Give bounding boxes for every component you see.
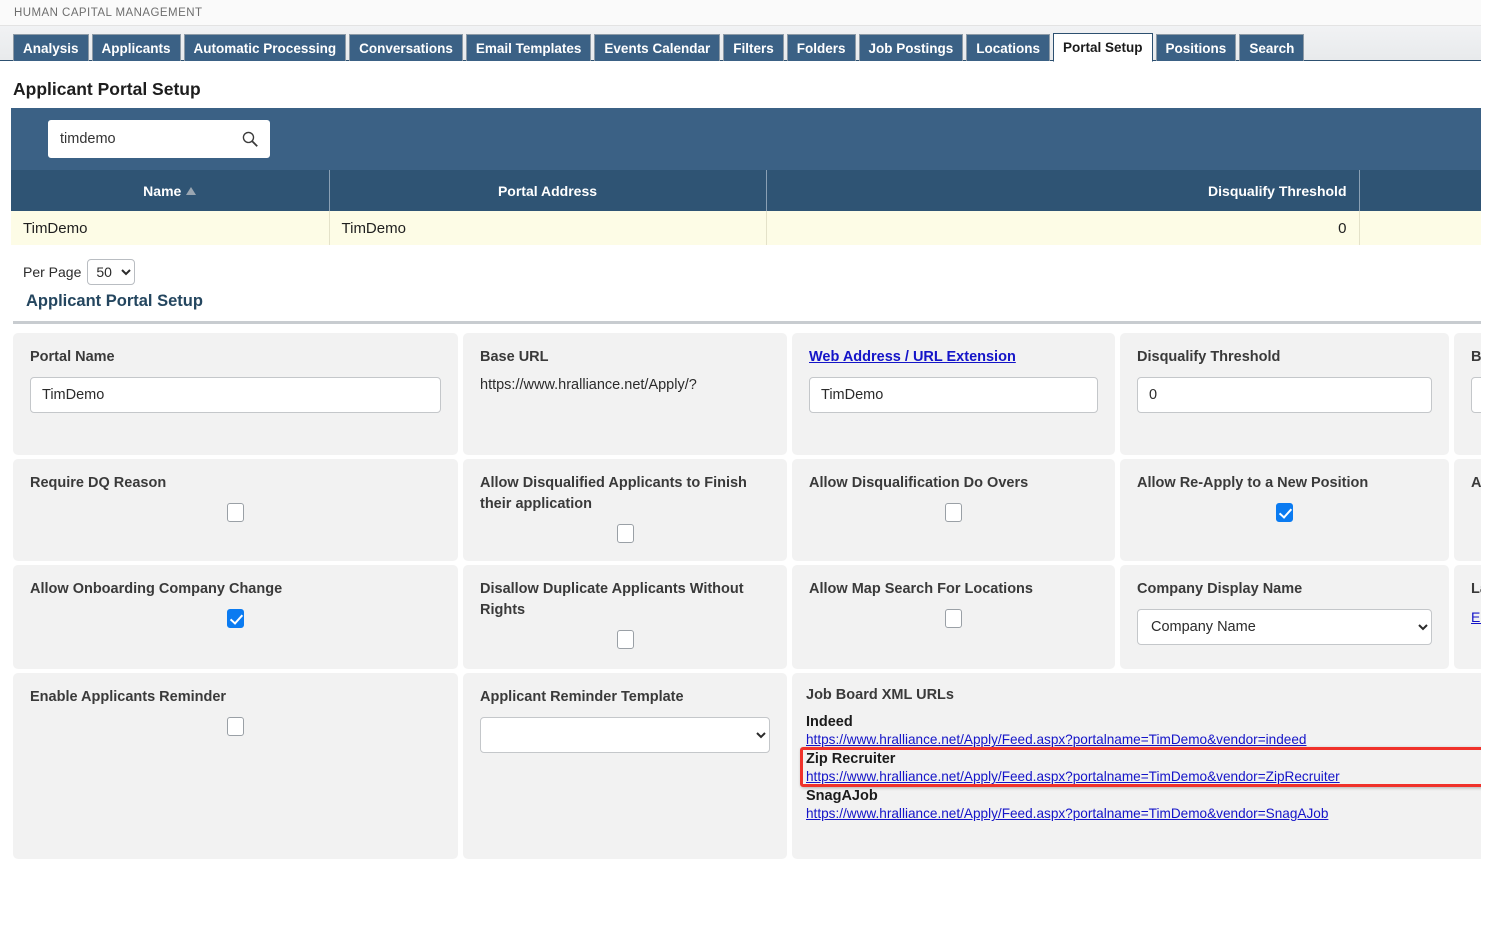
company-display-name-select[interactable]: Company Name [1137,609,1432,646]
field-applicant-reminder-template: Applicant Reminder Template [463,673,787,859]
search-panel [11,108,1481,170]
allow-onboarding-company-change-label: Allow Onboarding Company Change [30,581,283,597]
company-display-name-label: Company Display Name [1137,581,1303,597]
field-allow-dq-do-overs: Allow Disqualification Do Overs [792,459,1115,561]
disqualify-threshold-input[interactable] [1137,377,1432,414]
disallow-duplicate-checkbox[interactable] [616,630,634,650]
job-board-vendor-indeed: Indeed [806,714,853,730]
allow-disqualified-finish-label: Allow Disqualified Applicants to Finish … [480,475,747,513]
job-board-url-indeed[interactable]: https://www.hralliance.net/Apply/Feed.as… [806,731,1489,749]
field-allow-map-search: Allow Map Search For Locations [792,565,1115,669]
allow-reapply-label: Allow Re-Apply to a New Position [1137,475,1369,491]
brand-bar: HUMAN CAPITAL MANAGEMENT [0,0,1489,26]
tab-job-postings[interactable]: Job Postings [858,34,964,61]
cell-spacer [1359,211,1481,245]
tab-filters[interactable]: Filters [723,34,784,61]
enable-applicants-reminder-checkbox[interactable] [227,717,244,737]
field-allow-disqualified-finish: Allow Disqualified Applicants to Finish … [463,459,787,561]
job-board-vendor-zip-recruiter: Zip Recruiter [806,750,896,767]
column-header-name[interactable]: Name [11,170,330,211]
job-board-entry-indeed: Indeed https://www.hralliance.net/Apply/… [806,713,1489,749]
field-allow-onboarding-company-change: Allow Onboarding Company Change [13,565,458,669]
tab-search[interactable]: Search [1239,34,1305,61]
allow-reapply-checkbox[interactable] [1276,503,1293,523]
cell-name[interactable]: TimDemo [11,211,330,245]
column-header-spacer [1359,170,1481,211]
portal-list-panel: Name Portal Address Disqualify Threshold… [11,108,1481,245]
tab-positions[interactable]: Positions [1155,34,1237,61]
cell-disqualify-threshold[interactable]: 0 [766,211,1360,245]
allow-map-search-label: Allow Map Search For Locations [809,581,1033,597]
allow-dq-do-overs-checkbox[interactable] [945,503,962,523]
table-row[interactable]: TimDemo TimDemo 0 [11,211,1481,245]
search-input[interactable] [49,121,269,157]
tab-automatic-processing[interactable]: Automatic Processing [183,34,347,61]
right-edge-mask [1481,0,1489,932]
field-web-address: Web Address / URL Extension [792,333,1115,455]
portal-table: Name Portal Address Disqualify Threshold… [11,170,1481,245]
job-board-vendor-snagajob: SnagAJob [806,787,878,804]
tab-events-calendar[interactable]: Events Calendar [594,34,721,61]
column-header-disqualify-threshold[interactable]: Disqualify Threshold [766,170,1360,211]
portal-name-input[interactable] [30,377,441,414]
base-url-label: Base URL [480,349,549,365]
require-dq-reason-checkbox[interactable] [227,503,244,523]
per-page-select[interactable]: 50 [87,258,136,285]
column-header-portal-address[interactable]: Portal Address [329,170,767,211]
field-disallow-duplicate: Disallow Duplicate Applicants Without Ri… [463,565,787,669]
field-enable-applicants-reminder: Enable Applicants Reminder [13,673,458,859]
cell-portal-address[interactable]: TimDemo [329,211,767,245]
require-dq-reason-label: Require DQ Reason [30,475,167,491]
web-address-label-link[interactable]: Web Address / URL Extension [809,347,1098,368]
field-disqualify-threshold: Disqualify Threshold [1120,333,1449,455]
tab-portal-setup[interactable]: Portal Setup [1053,33,1153,62]
tab-folders[interactable]: Folders [786,34,856,61]
allow-onboarding-company-change-checkbox[interactable] [227,609,244,629]
allow-disqualified-finish-checkbox[interactable] [616,524,634,544]
brand-title: HUMAN CAPITAL MANAGEMENT [14,6,203,19]
allow-dq-do-overs-label: Allow Disqualification Do Overs [809,475,1029,491]
base-url-value: https://www.hralliance.net/Apply/? [480,377,697,394]
disallow-duplicate-label: Disallow Duplicate Applicants Without Ri… [480,581,744,619]
tab-analysis[interactable]: Analysis [13,34,89,61]
column-header-name-label: Name [143,182,182,199]
job-board-xml-urls-title: Job Board XML URLs [806,687,954,703]
section-title: Applicant Portal Setup [13,289,1481,324]
allow-map-search-checkbox[interactable] [945,609,962,629]
sort-ascending-icon [186,186,197,195]
tab-locations[interactable]: Locations [966,34,1051,61]
tab-applicants[interactable]: Applicants [91,34,181,61]
job-board-xml-urls-panel: Job Board XML URLs Indeed https://www.hr… [792,673,1489,859]
job-board-url-zip-recruiter[interactable]: https://www.hralliance.net/Apply/Feed.as… [806,768,1489,786]
tab-email-templates[interactable]: Email Templates [465,34,592,61]
field-company-display-name: Company Display Name Company Name [1120,565,1449,669]
disqualify-threshold-label: Disqualify Threshold [1137,349,1281,365]
portal-name-label: Portal Name [30,349,115,365]
applicant-reminder-template-label: Applicant Reminder Template [480,689,684,705]
field-base-url: Base URL https://www.hralliance.net/Appl… [463,333,787,455]
per-page-label: Per Page [23,263,82,280]
per-page-control: Per Page 50 [0,245,1489,289]
app-page: HUMAN CAPITAL MANAGEMENT Analysis Applic… [0,0,1489,932]
applicant-reminder-template-select[interactable] [480,717,770,754]
web-address-input[interactable] [809,377,1098,414]
field-allow-reapply: Allow Re-Apply to a New Position [1120,459,1449,561]
job-board-entry-snagajob: SnagAJob https://www.hralliance.net/Appl… [806,787,1489,823]
job-board-entry-zip-recruiter: Zip Recruiter https://www.hralliance.net… [806,750,1489,786]
table-header-row: Name Portal Address Disqualify Threshold [11,170,1481,211]
main-nav: Analysis Applicants Automatic Processing… [0,26,1489,62]
page-title: Applicant Portal Setup [13,79,201,99]
tab-conversations[interactable]: Conversations [349,34,463,61]
job-board-url-snagajob[interactable]: https://www.hralliance.net/Apply/Feed.as… [806,805,1489,823]
search-box[interactable] [48,120,270,158]
portal-setup-form: Portal Name Base URL https://www.hrallia… [13,324,1489,859]
enable-applicants-reminder-label: Enable Applicants Reminder [30,689,227,705]
field-require-dq-reason: Require DQ Reason [13,459,458,561]
field-portal-name: Portal Name [13,333,458,455]
